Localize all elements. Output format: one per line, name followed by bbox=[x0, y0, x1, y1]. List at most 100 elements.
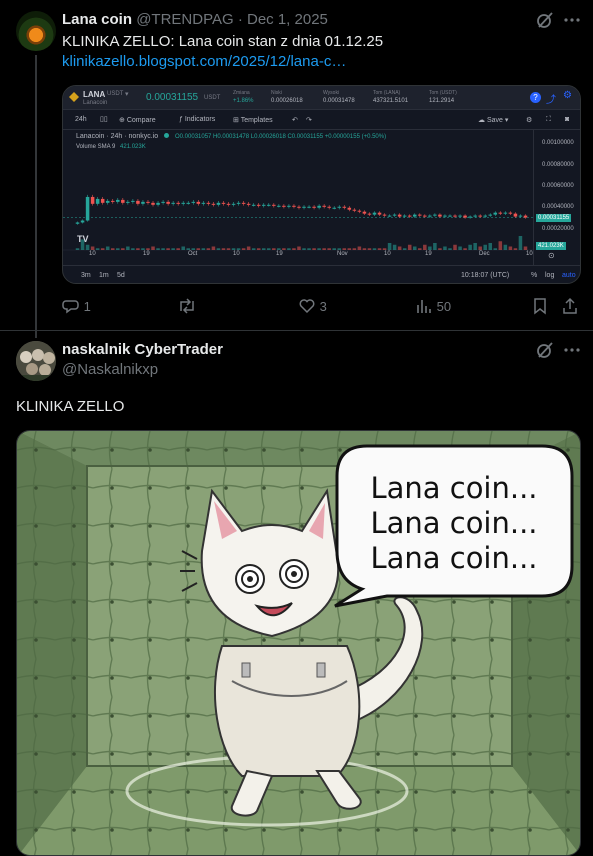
candle bbox=[267, 204, 271, 206]
lana-logo-icon bbox=[69, 92, 79, 102]
avatar[interactable] bbox=[16, 11, 56, 51]
volume-badge: 421.023K bbox=[536, 242, 566, 250]
volume-bar bbox=[236, 248, 241, 250]
candle bbox=[181, 202, 185, 204]
more-options-icon[interactable] bbox=[564, 11, 580, 34]
candle bbox=[146, 201, 150, 203]
interval-button[interactable]: 24h bbox=[75, 116, 87, 123]
stat-label: Tom (LANA) bbox=[373, 90, 401, 96]
y-tick: 0.00080000 bbox=[542, 162, 574, 168]
volume-bar bbox=[121, 248, 125, 250]
candle bbox=[292, 205, 296, 207]
author-handle[interactable]: @Naskalnikxp bbox=[62, 361, 158, 378]
range-button[interactable]: 1m bbox=[99, 272, 109, 279]
axis-settings-icon[interactable]: ⊙ bbox=[548, 251, 555, 260]
candle bbox=[297, 206, 301, 208]
author-handle[interactable]: @TRENDPAG bbox=[136, 11, 233, 28]
views-button[interactable]: 50 bbox=[415, 297, 451, 315]
candle bbox=[448, 215, 452, 217]
volume-bar bbox=[312, 248, 316, 250]
reply-button[interactable]: 1 bbox=[62, 297, 91, 315]
tradingview-logo[interactable]: TV bbox=[77, 234, 89, 244]
share-button[interactable] bbox=[562, 297, 578, 318]
indicators-button[interactable]: ƒ Indicators bbox=[179, 116, 215, 123]
candle bbox=[332, 207, 336, 209]
camera-icon[interactable]: ◙ bbox=[565, 116, 569, 123]
settings-gear-icon[interactable]: ⚙ bbox=[563, 90, 572, 101]
candle bbox=[503, 212, 508, 214]
post-date[interactable]: Dec 1, 2025 bbox=[247, 11, 328, 28]
share-icon bbox=[563, 297, 577, 314]
more-options-icon[interactable] bbox=[564, 341, 580, 364]
candle bbox=[211, 203, 216, 205]
auto-toggle[interactable]: auto bbox=[562, 272, 576, 279]
volume-bar bbox=[105, 246, 110, 250]
range-button[interactable]: 3m bbox=[81, 272, 91, 279]
separator: · bbox=[237, 11, 243, 28]
volume-bar bbox=[272, 248, 276, 250]
x-tick: 10 bbox=[384, 251, 391, 257]
stat-value: 0.00031478 bbox=[323, 98, 355, 104]
help-icon[interactable]: ? bbox=[530, 92, 541, 103]
undo-icon[interactable]: ↶ bbox=[292, 116, 298, 124]
stat-value: 0.00026018 bbox=[271, 98, 303, 104]
price-badge: 0.00031155 bbox=[536, 214, 572, 222]
tv-symbol[interactable]: LANA bbox=[83, 90, 105, 99]
percent-toggle[interactable]: % bbox=[531, 272, 537, 279]
save-button[interactable]: ☁ Save ▾ bbox=[478, 116, 508, 124]
candle-type-icon[interactable]: ▯▯ bbox=[100, 115, 108, 123]
reply-header: naskalnik CyberTrader bbox=[62, 341, 223, 358]
volume-bar bbox=[226, 248, 231, 250]
status-dot bbox=[164, 133, 170, 138]
volume-bar bbox=[468, 244, 472, 250]
meme-image[interactable]: Lana coin... Lana coin... Lana coin... bbox=[16, 430, 581, 856]
x-tick: 10 bbox=[89, 251, 96, 257]
chevron-down-icon[interactable]: ▾ bbox=[125, 90, 129, 98]
volume-bar bbox=[146, 248, 150, 250]
stat-label: Zmiana bbox=[233, 90, 250, 96]
chart-trend-icon[interactable]: ⤴ bbox=[546, 91, 556, 106]
volume-bar bbox=[337, 248, 342, 250]
candle bbox=[342, 206, 347, 208]
templates-button[interactable]: ⊞ Templates bbox=[233, 116, 273, 124]
candle bbox=[141, 201, 145, 204]
price-axis[interactable]: 0.00100000 0.00080000 0.00060000 0.00040… bbox=[533, 130, 580, 265]
grok-icon[interactable] bbox=[536, 11, 554, 34]
range-button[interactable]: 5d bbox=[117, 272, 125, 279]
chart-image[interactable]: LANA USDT Lanacoin ▾ 0.00031155 USDT Zmi… bbox=[62, 85, 581, 284]
candle bbox=[216, 202, 221, 205]
post-link[interactable]: klinikazello.blogspot.com/2025/12/lana-c… bbox=[62, 52, 346, 72]
like-count: 3 bbox=[319, 299, 327, 314]
candle bbox=[473, 215, 477, 217]
time-axis[interactable]: 10 19 Oct 10 19 Nov 10 19 Dec 10 bbox=[63, 251, 533, 265]
ohlc-values: O0.00031057 H0.00031478 L0.00026018 C0.0… bbox=[175, 134, 387, 140]
avatar[interactable] bbox=[16, 341, 56, 381]
bookmark-button[interactable] bbox=[532, 297, 548, 318]
candle bbox=[80, 220, 85, 223]
volume-bar bbox=[302, 248, 306, 250]
fullscreen-icon[interactable]: ⛶ bbox=[546, 116, 551, 124]
author-name[interactable]: naskalnik CyberTrader bbox=[62, 341, 223, 358]
padded-cell-illustration: Lana coin... Lana coin... Lana coin... bbox=[17, 431, 580, 855]
candle bbox=[231, 203, 236, 205]
camera-settings-icon[interactable]: ⚙ bbox=[526, 116, 532, 124]
author-name[interactable]: Lana coin bbox=[62, 11, 132, 28]
grok-icon[interactable] bbox=[536, 341, 554, 364]
tv-plot-area[interactable]: TV Lanacoin · 24h · nonkyc.io O0.0003105… bbox=[63, 130, 533, 265]
volume-bar bbox=[397, 246, 402, 250]
candlestick-chart[interactable]: TV bbox=[63, 130, 533, 265]
volume-bar bbox=[267, 248, 271, 250]
redo-icon[interactable]: ↷ bbox=[306, 116, 312, 124]
views-icon bbox=[417, 300, 431, 313]
candle bbox=[282, 205, 286, 207]
candle bbox=[407, 215, 412, 217]
volume-bar bbox=[342, 248, 347, 250]
like-button[interactable]: 3 bbox=[298, 297, 327, 315]
repost-button[interactable] bbox=[177, 297, 197, 315]
candle bbox=[121, 199, 125, 203]
volume-bar bbox=[100, 248, 105, 250]
compare-button[interactable]: ⊕ Compare bbox=[119, 116, 156, 124]
volume-bar bbox=[362, 248, 367, 250]
log-toggle[interactable]: log bbox=[545, 272, 554, 279]
candle bbox=[423, 215, 427, 217]
